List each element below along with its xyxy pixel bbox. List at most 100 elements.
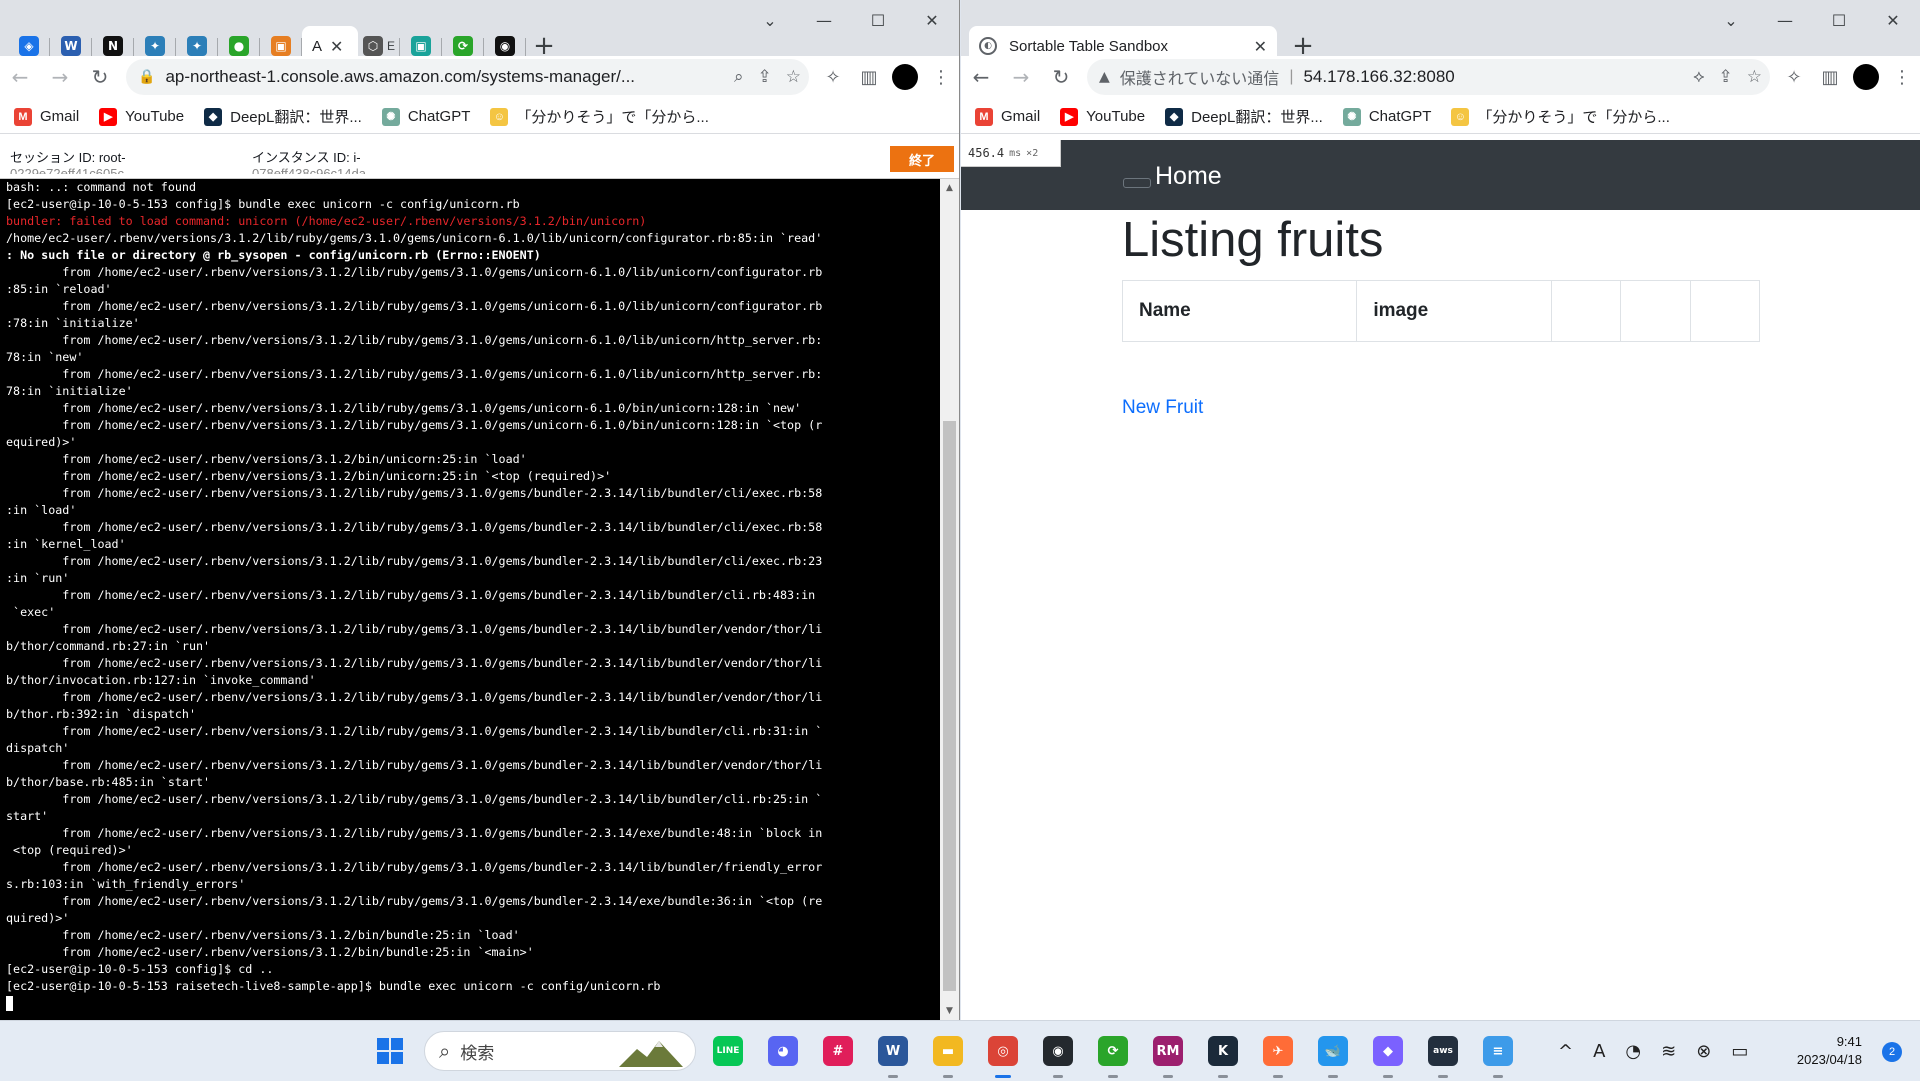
bookmark-item[interactable]: ✺ ChatGPT <box>1342 107 1431 126</box>
bookmark-item[interactable]: ◆ DeepL翻訳：世界... <box>1165 106 1323 127</box>
start-button[interactable] <box>370 1031 410 1071</box>
aws-app[interactable]: aws <box>1423 1031 1463 1078</box>
back-button[interactable]: ← <box>0 59 40 95</box>
menu-kebab-icon[interactable]: ⋮ <box>1884 67 1920 88</box>
bookmark-item[interactable]: ◆ DeepL翻訳：世界... <box>204 106 362 127</box>
address-bar[interactable]: ▲ 保護されていない通信 | 54.178.166.32:8080 ⟡ ⇪ ☆ <box>1087 59 1770 95</box>
reload-button[interactable]: ↻ <box>1041 59 1081 95</box>
speaker-muted-icon[interactable]: ⊗ <box>1696 1041 1711 1062</box>
profile-avatar[interactable] <box>892 64 918 90</box>
side-panel-icon[interactable]: ▥ <box>851 67 887 88</box>
slack-app[interactable]: # <box>818 1031 858 1071</box>
bookmark-item[interactable]: ☺ 「分かりそう」で「分から... <box>490 106 709 127</box>
chrome-app[interactable]: ◎ <box>983 1031 1023 1078</box>
share-icon[interactable]: ⇪ <box>758 67 772 87</box>
minimize-button[interactable]: — <box>1758 0 1812 40</box>
running-indicator <box>1383 1075 1393 1078</box>
bookmark-item[interactable]: ▶ YouTube <box>99 107 184 126</box>
bookmark-item[interactable]: ☺ 「分かりそう」で「分から... <box>1451 106 1670 127</box>
chevron-down-icon[interactable]: ⌄ <box>1704 0 1758 40</box>
line-app[interactable]: LINE <box>708 1031 748 1071</box>
star-icon[interactable]: ☆ <box>786 67 801 87</box>
side-panel-icon[interactable]: ▥ <box>1812 67 1848 88</box>
zoom-icon[interactable]: ⌕ <box>734 67 744 87</box>
battery-icon[interactable]: ▭ <box>1731 1041 1748 1062</box>
terminal-line: from /home/ec2-user/.rbenv/versions/3.1.… <box>6 690 823 704</box>
chevron-down-icon[interactable]: ⌄ <box>743 0 797 40</box>
clock-time: 9:41 <box>1836 1034 1862 1049</box>
terminal-line: [ec2-user@ip-10-0-5-153 config]$ cd .. <box>6 962 274 976</box>
extensions-icon[interactable]: ✧ <box>1776 67 1812 88</box>
app-k[interactable]: K <box>1203 1031 1243 1078</box>
star-icon[interactable]: ☆ <box>1747 67 1762 87</box>
forward-button[interactable]: → <box>40 59 80 95</box>
docker-app[interactable]: 🐋 <box>1313 1031 1353 1078</box>
running-indicator <box>1108 1075 1118 1078</box>
app-multicolor[interactable]: ◆ <box>1368 1031 1408 1078</box>
github-desktop-app[interactable]: ◉ <box>1038 1031 1078 1078</box>
bookmark-item[interactable]: M Gmail <box>14 107 79 126</box>
terminal[interactable]: bash: ..: command not found [ec2-user@ip-… <box>0 179 940 1020</box>
navbar-brand-home[interactable]: Home <box>1155 162 1222 191</box>
scrollbar-thumb[interactable] <box>943 421 956 991</box>
menu-kebab-icon[interactable]: ⋮ <box>923 67 959 88</box>
running-indicator <box>888 1075 898 1078</box>
terminal-line: b/thor/base.rb:485:in `start' <box>6 775 211 789</box>
bookmark-item[interactable]: M Gmail <box>975 107 1040 126</box>
url-text[interactable]: ap-northeast-1.console.aws.amazon.com/sy… <box>165 67 720 87</box>
forward-button[interactable]: → <box>1001 59 1041 95</box>
app-green[interactable]: ⟳ <box>1093 1031 1133 1078</box>
taskbar-search[interactable]: ⌕ 検索 <box>424 1031 696 1071</box>
bookmark-label: ChatGPT <box>407 108 471 125</box>
wifi-icon[interactable]: ≋ <box>1661 1041 1676 1062</box>
terminal-line: `exec' <box>6 605 56 619</box>
notification-badge[interactable]: 2 <box>1882 1042 1902 1062</box>
translate-icon[interactable]: ⟡ <box>1693 67 1704 87</box>
sync-icon[interactable]: ◔ <box>1625 1041 1641 1062</box>
extensions-icon[interactable]: ✧ <box>815 67 851 88</box>
terminate-button[interactable]: 終了 <box>890 146 954 172</box>
rubymine-app[interactable]: RM <box>1148 1031 1188 1078</box>
terminal-line: from /home/ec2-user/.rbenv/versions/3.1.… <box>6 367 823 381</box>
profile-avatar[interactable] <box>1853 64 1879 90</box>
discord-app[interactable]: ◕ <box>763 1031 803 1071</box>
bookmark-item[interactable]: ▶ YouTube <box>1060 107 1145 126</box>
url-text[interactable]: 54.178.166.32:8080 <box>1303 67 1679 87</box>
browser-toolbar: ← → ↻ 🔒 ap-northeast-1.console.aws.amazo… <box>0 56 959 98</box>
clock[interactable]: 9:41 2023/04/18 <box>1797 1033 1862 1069</box>
bookmark-item[interactable]: ✺ ChatGPT <box>381 107 471 126</box>
running-indicator <box>995 1075 1011 1078</box>
terminal-scrollbar[interactable]: ▲ ▼ <box>940 179 959 1020</box>
close-window-button[interactable]: ✕ <box>905 0 959 40</box>
perf-unit: ms <box>1009 147 1022 159</box>
chrome-app-icon: ◎ <box>988 1036 1018 1066</box>
scroll-down-icon[interactable]: ▼ <box>940 1002 959 1020</box>
navbar-toggler-icon[interactable] <box>1123 178 1151 188</box>
header-name[interactable]: Name <box>1121 280 1358 342</box>
word-app[interactable]: W <box>873 1031 913 1078</box>
postman-app[interactable]: ✈ <box>1258 1031 1298 1078</box>
tab-6-icon: ● <box>229 36 249 56</box>
window-controls: ⌄ — ☐ ✕ <box>1704 0 1920 40</box>
minimize-button[interactable]: — <box>797 0 851 40</box>
show-hidden-icons[interactable]: ^ <box>1558 1041 1573 1062</box>
header-image[interactable]: image <box>1356 280 1552 342</box>
reload-button[interactable]: ↻ <box>80 59 120 95</box>
warning-icon[interactable]: ▲ <box>1099 69 1110 85</box>
close-tab-icon[interactable]: ✕ <box>330 37 343 56</box>
new-fruit-link[interactable]: New Fruit <box>1122 397 1203 419</box>
notepad-app[interactable]: ≡ <box>1478 1031 1518 1078</box>
close-tab-icon[interactable]: ✕ <box>1254 37 1267 56</box>
explorer-app[interactable]: ▬ <box>928 1031 968 1078</box>
scroll-up-icon[interactable]: ▲ <box>940 179 959 197</box>
close-window-button[interactable]: ✕ <box>1866 0 1920 40</box>
address-bar[interactable]: 🔒 ap-northeast-1.console.aws.amazon.com/… <box>126 59 809 95</box>
back-button[interactable]: ← <box>961 59 1001 95</box>
security-warning[interactable]: 保護されていない通信 <box>1120 65 1280 89</box>
ime-icon[interactable]: A <box>1593 1041 1605 1062</box>
maximize-button[interactable]: ☐ <box>1812 0 1866 40</box>
share-icon[interactable]: ⇪ <box>1719 67 1733 87</box>
instance-id-value: 078eff438c96c14da <box>252 166 366 174</box>
maximize-button[interactable]: ☐ <box>851 0 905 40</box>
session-id: セッション ID: root- 0229e72eff41c605c <box>10 150 126 174</box>
